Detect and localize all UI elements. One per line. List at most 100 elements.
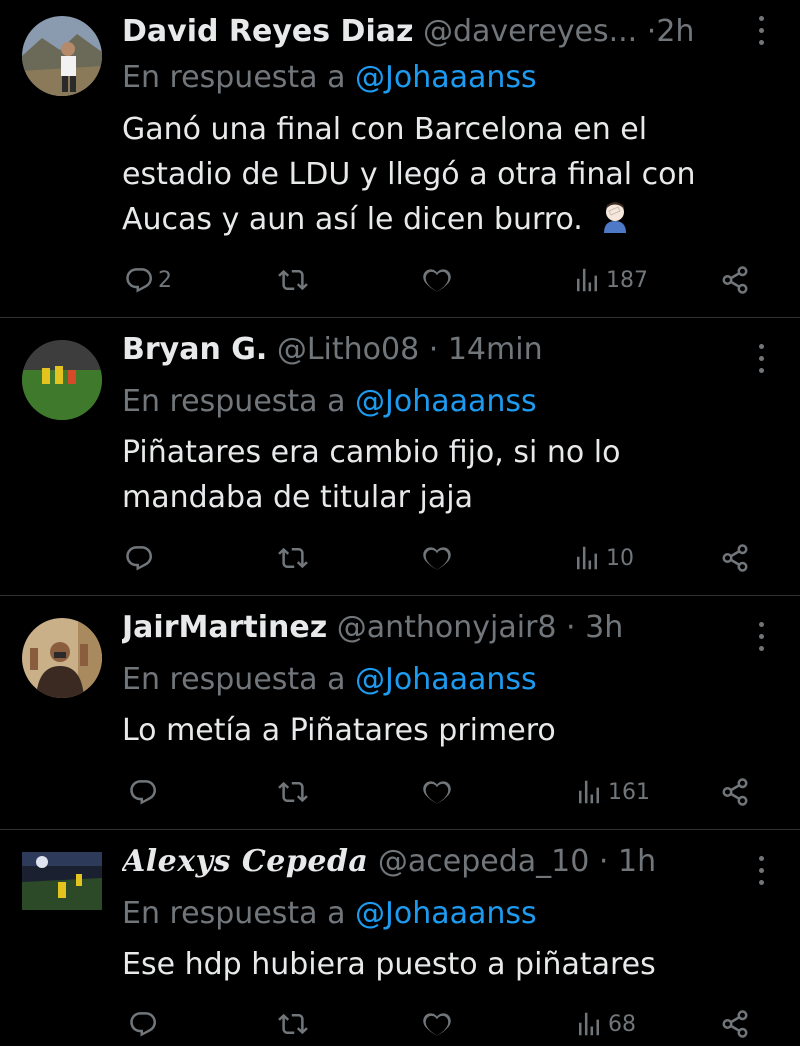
more-icon[interactable] [752,14,772,48]
tweet-header: JairMartinez @anthonyjair8 · 3h [122,608,720,648]
like-button[interactable] [422,258,452,302]
reply-button[interactable] [128,770,158,814]
retweet-icon [278,1013,308,1035]
views-count: 68 [608,1011,636,1037]
author-handle[interactable]: @Litho08 [277,332,419,367]
reply-button[interactable] [124,536,154,580]
avatar[interactable] [22,852,102,910]
timestamp[interactable]: 14min [448,332,543,367]
views-button[interactable]: 161 [574,770,650,814]
retweet-button[interactable] [278,1002,308,1046]
author-name[interactable]: JairMartinez [122,610,327,645]
separator: · [646,14,657,49]
author-handle[interactable]: @acepeda_10 [378,844,589,879]
mention-link[interactable]: @Johaaanss [355,662,537,697]
author-name[interactable]: Alexys Cepeda [122,844,368,879]
action-bar: 161 [0,770,800,814]
views-icon [577,546,597,570]
tweet-text: Lo metía a Piñatares primero [122,708,762,753]
share-icon [722,1010,748,1038]
face-palm-emoji [598,199,632,233]
reply-prefix: En respuesta a [122,384,346,419]
views-count: 10 [606,545,634,571]
avatar[interactable] [22,16,102,96]
heart-icon [423,781,451,804]
avatar[interactable] [22,340,102,420]
retweet-button[interactable] [278,770,308,814]
tweet-header: Alexys Cepeda @acepeda_10 · 1h [122,842,720,882]
tweet-text: Ganó una final con Barcelona en el estad… [122,107,762,242]
like-button[interactable] [422,770,452,814]
more-icon[interactable] [752,610,772,651]
reply-context: En respuesta a @Johaaanss [122,660,537,700]
mention-link[interactable]: @Johaaanss [355,896,537,931]
tweet[interactable]: David Reyes Diaz @davereyes... ·2h En re… [0,0,800,318]
share-icon [722,266,748,294]
reply-icon [126,268,152,293]
action-bar: 68 [0,1002,800,1046]
reply-icon [130,1012,156,1037]
share-button[interactable] [720,770,750,814]
reply-count: 2 [158,267,172,293]
tweet[interactable]: JairMartinez @anthonyjair8 · 3h En respu… [0,596,800,830]
reply-prefix: En respuesta a [122,896,346,931]
views-icon [579,780,599,804]
action-bar: 10 [0,536,800,580]
tweet-text: Ese hdp hubiera puesto a piñatares [122,942,762,987]
share-button[interactable] [720,1002,750,1046]
heart-icon [423,1013,451,1036]
tweet-header: David Reyes Diaz @davereyes... ·2h [122,12,720,52]
views-icon [577,268,597,292]
author-handle[interactable]: @anthonyjair8 [337,610,557,645]
author-name[interactable]: Bryan G. [122,332,267,367]
reply-icon [126,546,152,571]
views-icon [579,1012,599,1036]
author-name[interactable]: David Reyes Diaz [122,14,413,49]
views-count: 187 [606,267,648,293]
views-button[interactable]: 10 [572,536,634,580]
retweet-icon [278,269,308,291]
retweet-button[interactable] [278,536,308,580]
tweet-text-content: Ese hdp hubiera puesto a piñatares [122,947,656,982]
reply-context: En respuesta a @Johaaanss [122,58,537,98]
views-count: 161 [608,779,650,805]
reply-context: En respuesta a @Johaaanss [122,382,537,422]
views-button[interactable]: 187 [572,258,648,302]
tweet-header: Bryan G. @Litho08 · 14min [122,330,720,370]
more-icon[interactable] [752,332,772,373]
reply-context: En respuesta a @Johaaanss [122,894,537,934]
reply-button[interactable]: 2 [124,258,172,302]
heart-icon [423,269,451,292]
share-button[interactable] [720,258,750,302]
share-button[interactable] [720,536,750,580]
reply-prefix: En respuesta a [122,60,346,95]
like-button[interactable] [422,536,452,580]
timestamp[interactable]: 2h [656,14,694,49]
more-icon[interactable] [752,844,772,885]
mention-link[interactable]: @Johaaanss [355,60,537,95]
tweet-text-content: Piñatares era cambio fijo, si no lo mand… [122,435,621,515]
separator: · [566,610,576,645]
retweet-icon [278,781,308,803]
separator: · [428,332,439,367]
tweet-text-content: Lo metía a Piñatares primero [122,713,556,748]
timestamp[interactable]: 3h [585,610,623,645]
reply-icon [130,780,156,805]
action-bar: 2 187 [0,258,800,302]
reply-button[interactable] [128,1002,158,1046]
share-icon [722,778,748,806]
tweet[interactable]: Bryan G. @Litho08 · 14min En respuesta a… [0,318,800,596]
mention-link[interactable]: @Johaaanss [355,384,537,419]
share-icon [722,544,748,572]
like-button[interactable] [422,1002,452,1046]
reply-prefix: En respuesta a [122,662,346,697]
views-button[interactable]: 68 [574,1002,636,1046]
tweet-text: Piñatares era cambio fijo, si no lo mand… [122,430,682,520]
tweet[interactable]: Alexys Cepeda @acepeda_10 · 1h En respue… [0,830,800,1045]
avatar[interactable] [22,618,102,698]
retweet-icon [278,547,308,569]
timestamp[interactable]: 1h [618,844,656,879]
retweet-button[interactable] [278,258,308,302]
heart-icon [423,547,451,570]
author-handle[interactable]: @davereyes... [423,14,637,49]
